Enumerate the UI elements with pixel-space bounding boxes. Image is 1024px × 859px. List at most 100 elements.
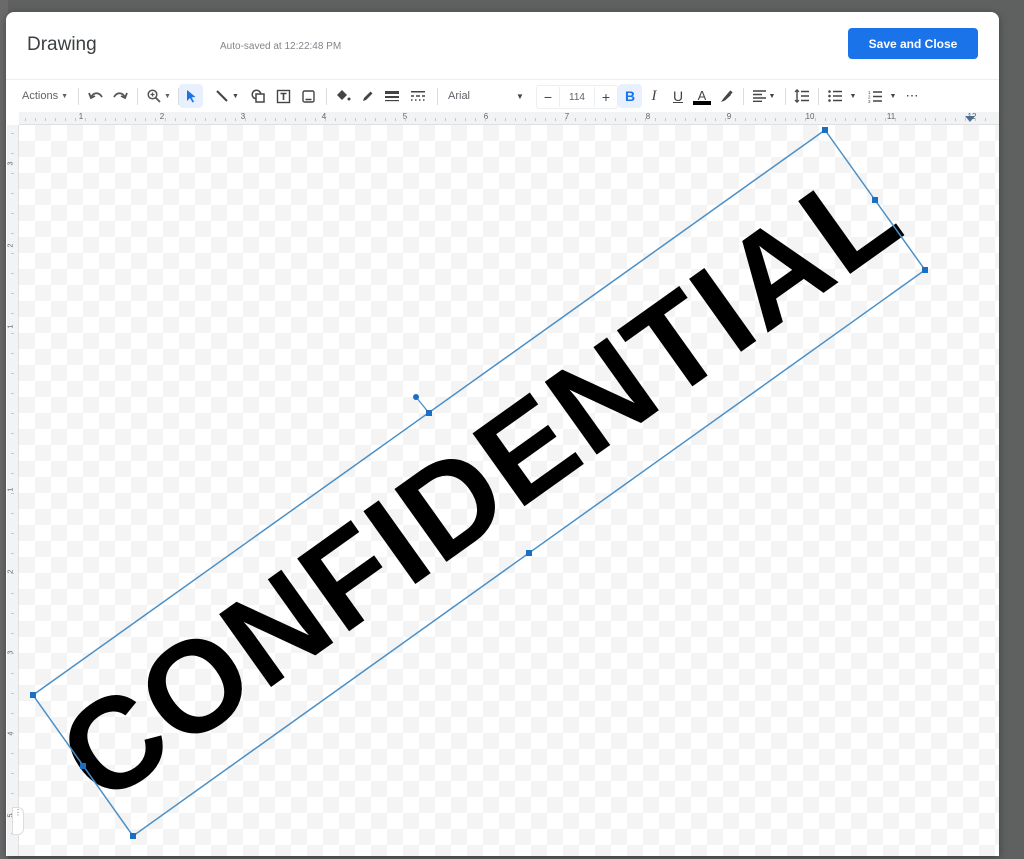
decrease-font-size-button[interactable]: − <box>537 89 559 105</box>
ruler-tick <box>425 118 426 121</box>
ruler-tick <box>775 118 776 121</box>
textbox-tool-button[interactable] <box>273 80 293 112</box>
ruler-tick <box>635 118 636 121</box>
ruler-tick <box>11 353 14 354</box>
line-spacing-button[interactable] <box>790 80 812 112</box>
select-tool-button[interactable] <box>179 84 203 108</box>
ruler-tick <box>615 118 616 121</box>
ruler-tick <box>335 118 336 121</box>
ruler-tick <box>395 118 396 121</box>
caret-down-icon: ▼ <box>889 92 897 100</box>
ruler-tick <box>285 118 286 121</box>
ruler-tick <box>935 118 936 121</box>
highlight-color-button[interactable] <box>716 80 736 112</box>
ruler-tick <box>165 118 166 121</box>
caret-down-icon: ▼ <box>768 92 776 100</box>
ruler-tick <box>365 118 366 121</box>
ruler-tick <box>955 118 956 121</box>
numbered-list-menu[interactable]: 123 ▼ <box>864 80 900 112</box>
undo-icon <box>88 92 103 100</box>
ruler-tick <box>885 118 886 121</box>
ruler-tick <box>825 118 826 121</box>
ruler-tick <box>685 118 686 121</box>
select-icon <box>187 90 196 103</box>
ruler-tick <box>225 118 226 121</box>
font-family-caret[interactable]: ▼ <box>516 80 524 112</box>
more-options-button[interactable]: ⋯ <box>902 80 922 112</box>
caret-down-icon: ▼ <box>61 92 69 100</box>
font-size-input[interactable]: 114 <box>559 87 595 107</box>
text-color-button[interactable]: A <box>690 80 714 112</box>
redo-button[interactable] <box>110 80 130 112</box>
ruler-tick <box>11 773 14 774</box>
ruler-tick <box>11 193 14 194</box>
ruler-tick <box>11 513 14 514</box>
ruler-tick <box>11 613 14 614</box>
ruler-tick <box>135 118 136 121</box>
save-and-close-button[interactable]: Save and Close <box>848 28 978 59</box>
italic-button[interactable]: I <box>642 80 666 112</box>
caret-down-icon: ▼ <box>232 92 239 100</box>
font-family-value: Arial <box>448 90 471 102</box>
side-panel-toggle[interactable]: ⋮ <box>12 807 24 835</box>
dialog-header: Drawing Auto-saved at 12:22:48 PM Save a… <box>6 12 999 78</box>
border-color-button[interactable] <box>357 80 377 112</box>
border-dash-button[interactable] <box>408 80 428 112</box>
zoom-menu[interactable]: ▼ <box>143 80 175 112</box>
bold-button[interactable]: B <box>618 84 642 108</box>
shape-tool-button[interactable] <box>248 80 268 112</box>
ruler-tick <box>405 118 406 121</box>
ruler-tick <box>265 118 266 121</box>
line-tool-button[interactable]: ▼ <box>209 80 245 112</box>
align-menu[interactable]: ▼ <box>748 80 780 112</box>
ruler-tick <box>435 118 436 121</box>
toolbar-divider <box>137 88 138 105</box>
ruler-tick <box>295 118 296 121</box>
increase-font-size-button[interactable]: + <box>595 89 617 105</box>
image-icon <box>301 89 315 103</box>
underline-button[interactable]: U <box>666 80 690 112</box>
ruler-tick <box>985 118 986 121</box>
actions-menu[interactable]: Actions ▼ <box>22 80 68 112</box>
ruler-tick <box>495 118 496 121</box>
ruler-tick <box>855 118 856 121</box>
ruler-tick <box>525 118 526 121</box>
ruler-tick <box>11 673 14 674</box>
image-tool-button[interactable] <box>298 80 318 112</box>
ruler-tick <box>755 118 756 121</box>
ruler-tick <box>155 118 156 121</box>
ruler-tick <box>175 118 176 121</box>
ruler-label: 10 <box>805 112 815 121</box>
ruler-tick <box>125 118 126 121</box>
border-weight-button[interactable] <box>382 80 402 112</box>
ruler-tick <box>245 118 246 121</box>
ruler-tick <box>11 253 14 254</box>
undo-button[interactable] <box>86 80 106 112</box>
toolbar-divider <box>78 88 79 105</box>
zoom-icon <box>147 89 161 103</box>
ruler-tick <box>11 313 14 314</box>
ruler-tick <box>11 573 14 574</box>
ruler-tick <box>695 118 696 121</box>
ruler-tick <box>655 118 656 121</box>
toolbar-divider <box>326 88 327 105</box>
bulleted-list-menu[interactable]: ▼ <box>824 80 860 112</box>
ruler-tick <box>625 118 626 121</box>
toolbar: Actions ▼ ▼ ▼ Arial ▼ − 114 + B I U A ▼ … <box>6 79 999 112</box>
fill-color-button[interactable] <box>332 80 354 112</box>
ruler-tick <box>565 118 566 121</box>
font-family-select[interactable]: Arial <box>448 80 470 112</box>
ruler-tick <box>465 118 466 121</box>
ruler-tick <box>11 293 14 294</box>
ruler-label: 2 <box>7 243 15 248</box>
caret-down-icon: ▼ <box>516 91 524 101</box>
ruler-tick <box>675 118 676 121</box>
ruler-tick <box>875 118 876 121</box>
ruler-tick <box>945 118 946 121</box>
ruler-tick <box>11 653 14 654</box>
align-icon <box>752 90 766 102</box>
highlight-icon <box>720 89 733 102</box>
ruler-tick <box>385 118 386 121</box>
ruler-tick <box>805 118 806 121</box>
ruler-tick <box>315 118 316 121</box>
